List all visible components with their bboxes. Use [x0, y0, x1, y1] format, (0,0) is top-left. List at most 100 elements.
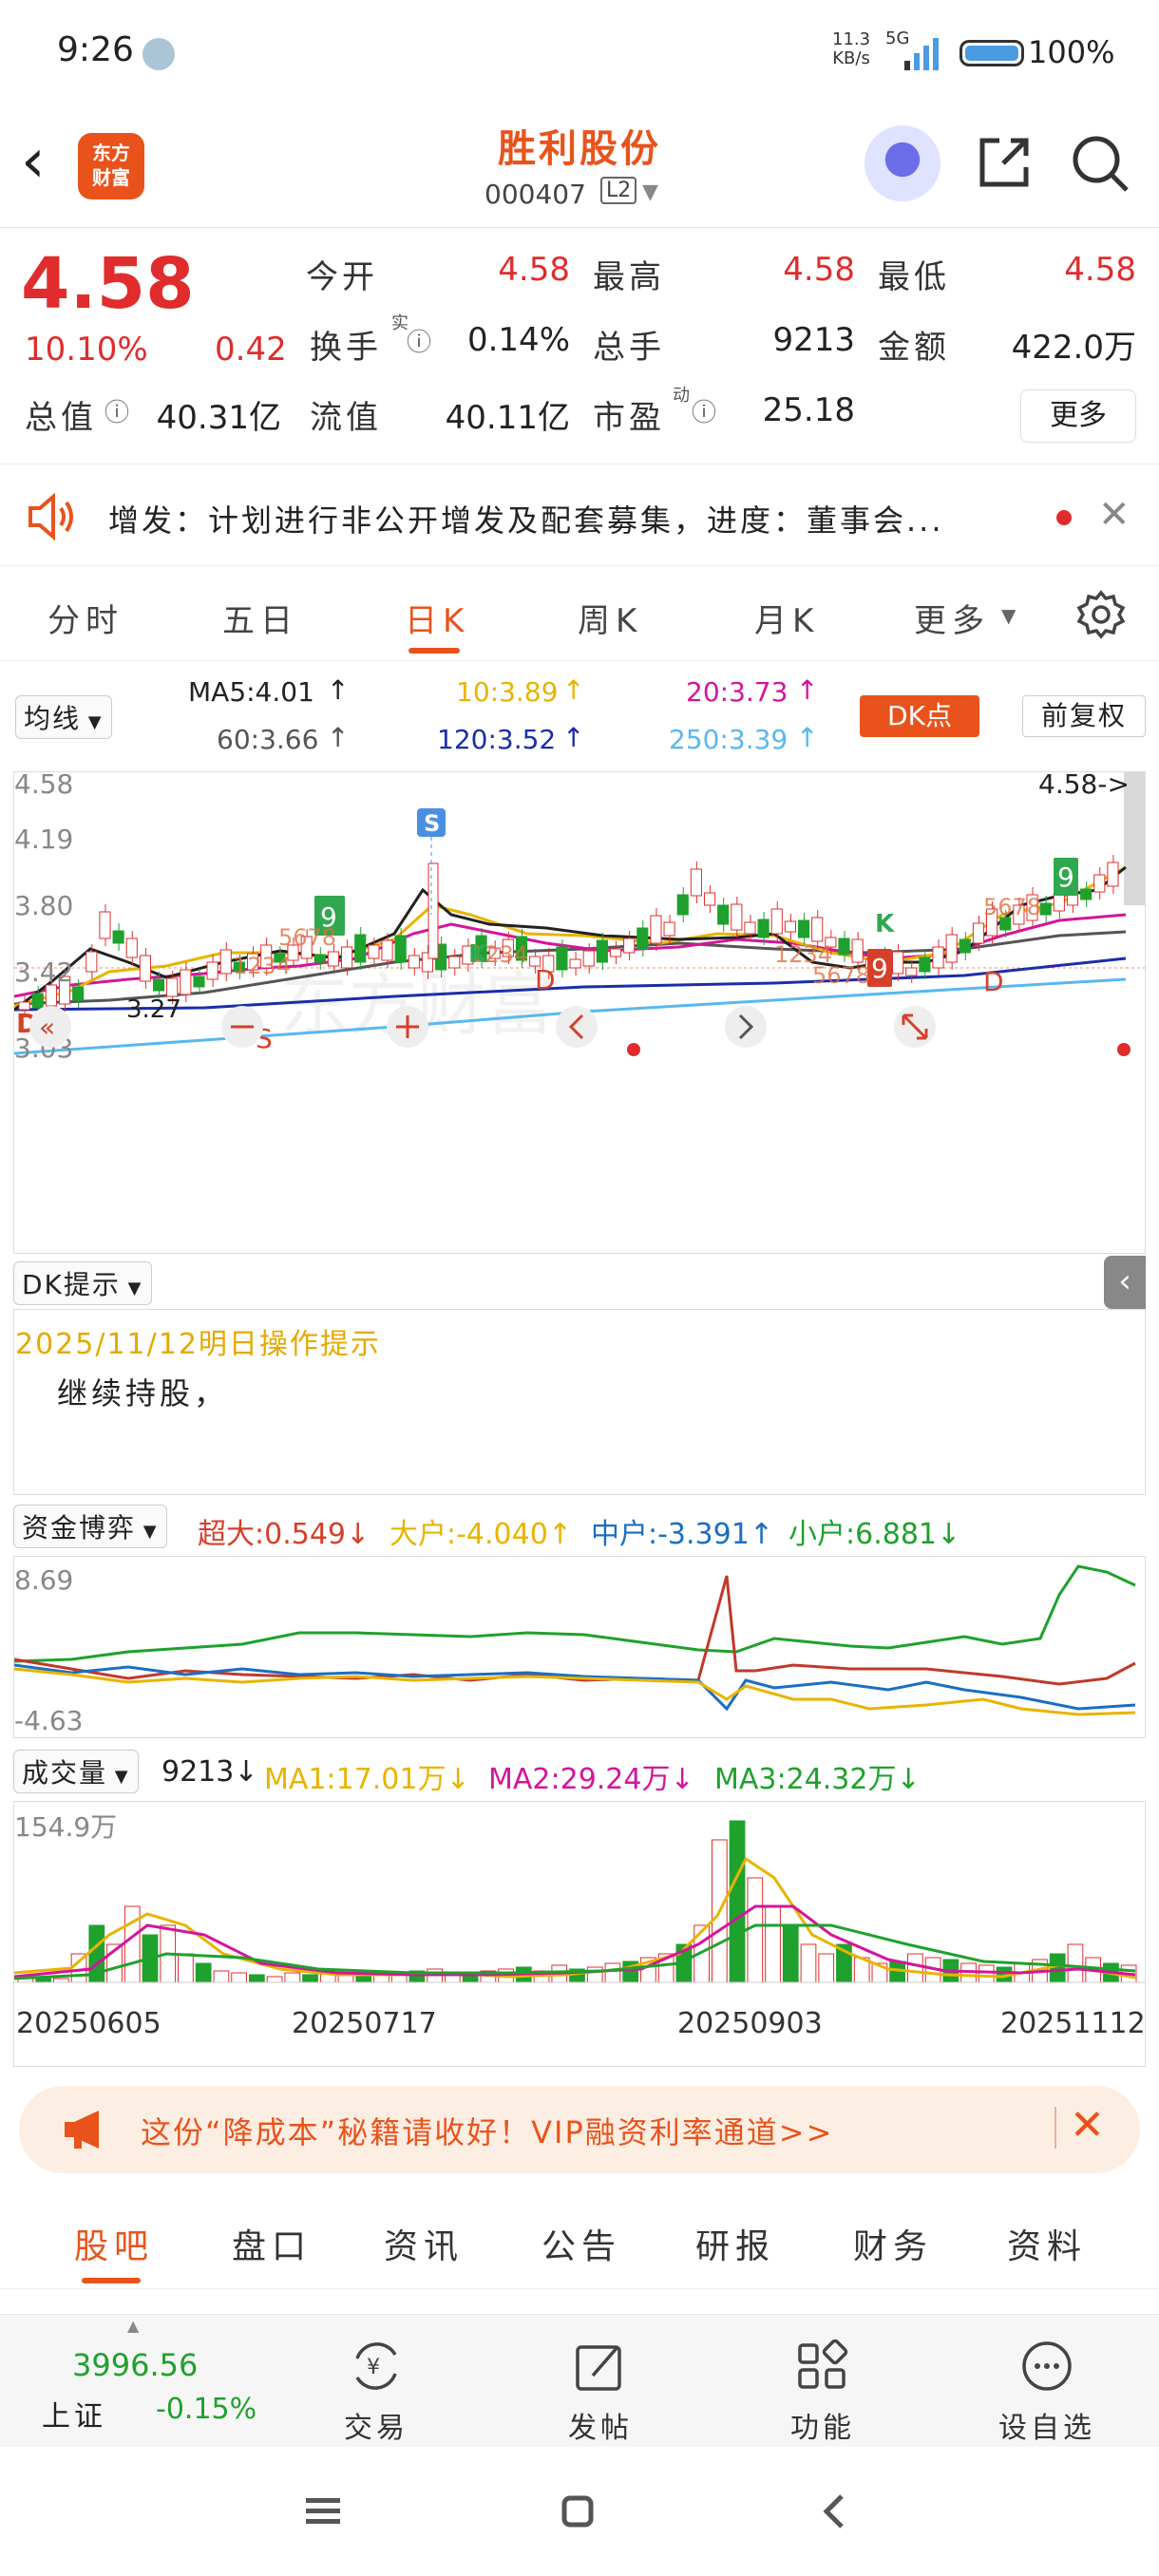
volume-selector[interactable]: 成交量 ▼ — [13, 1750, 139, 1793]
signal-9-label: 9 — [871, 953, 888, 984]
search-icon[interactable] — [1070, 133, 1130, 194]
dk-tip-advice: 继续持股， — [57, 1375, 229, 1411]
nav-post[interactable]: 发帖 — [534, 2339, 667, 2446]
nav-trade[interactable]: ¥ 交易 — [310, 2339, 443, 2446]
share-icon[interactable] — [975, 133, 1034, 192]
assistant-robot-icon[interactable] — [864, 125, 940, 201]
edit-icon — [576, 2345, 621, 2391]
arrow-up-icon: ↑ — [562, 722, 585, 753]
candle — [152, 978, 165, 992]
small-flow-line — [13, 1564, 1136, 1663]
medium-flow: 中户:-3.391↑ — [591, 1518, 773, 1551]
stock-name[interactable]: 胜利股份 — [390, 118, 770, 173]
market-cap-label: 总值 — [25, 399, 97, 437]
dk-point-button[interactable]: DK点 — [860, 695, 979, 737]
collapse-panel-icon[interactable]: ‹ — [1104, 1256, 1146, 1309]
volume-bar — [266, 1976, 283, 1983]
ma5-value: MA5:4.01 — [188, 676, 314, 708]
info-icon[interactable]: ⓘ — [104, 393, 129, 428]
volume-legend: 成交量 ▼ 9213↓ MA1:17.01万↓ MA2:29.24万↓ MA3:… — [0, 1750, 1159, 1797]
close-icon[interactable]: ✕ — [1070, 2101, 1105, 2150]
index-name[interactable]: 上证 — [42, 2393, 106, 2434]
home-icon[interactable] — [559, 2492, 597, 2530]
candle — [556, 946, 568, 971]
candle — [959, 938, 971, 954]
tab-forum[interactable]: 股吧 — [74, 2219, 154, 2268]
candle — [945, 934, 958, 963]
candle — [112, 930, 124, 944]
active-tab-indicator — [408, 648, 460, 653]
volume-bar — [231, 1972, 247, 1983]
sequence-label: 5678 — [812, 962, 870, 989]
back-nav-icon[interactable] — [815, 2492, 853, 2530]
candle — [166, 977, 179, 997]
candle — [703, 892, 716, 906]
tab-intraday[interactable]: 分时 — [48, 595, 124, 641]
marker-dot — [627, 1043, 640, 1056]
ma250-value: 250:3.39 — [669, 724, 788, 755]
volume-bar — [907, 1953, 923, 1983]
index-change[interactable]: -0.15% — [156, 2393, 256, 2426]
volume-chart[interactable]: 154.9万 20250605 20250717 20250903 202511… — [13, 1801, 1146, 2067]
y-label-4: 3.42 — [14, 957, 73, 988]
back-icon[interactable]: ‹ — [21, 131, 46, 192]
chevron-down-icon[interactable]: ▼ — [642, 180, 658, 204]
chevron-left-icon[interactable] — [556, 1006, 598, 1048]
level-badge[interactable]: L2 — [600, 177, 637, 204]
candle — [972, 922, 985, 944]
announcement-bar[interactable]: 增发：计划进行非公开增发及配套募集，进度：董事会... ✕ — [0, 464, 1159, 566]
promo-banner[interactable]: 这份“降成本”秘籍请收好！VIP融资利率通道>> ✕ — [19, 2086, 1140, 2173]
kline-svg: 东方财富 4.58 4.19 3.80 3.42 3.03 4.58-> 3.2… — [13, 768, 1145, 1064]
tab-news[interactable]: 资讯 — [384, 2219, 464, 2268]
candle — [797, 919, 810, 938]
close-icon[interactable]: ✕ — [1098, 493, 1130, 537]
net-speed: 11.3 KB/s — [832, 29, 871, 68]
candle — [757, 919, 770, 938]
grid-icon — [798, 2339, 848, 2389]
chevron-right-icon[interactable] — [725, 1006, 767, 1048]
tab-research[interactable]: 研报 — [695, 2219, 775, 2268]
candle — [1080, 888, 1092, 900]
nav-add-watchlist[interactable]: 设自选 — [980, 2339, 1113, 2446]
info-icon[interactable]: ⓘ — [692, 393, 716, 428]
volume-bar — [248, 1974, 265, 1983]
more-button[interactable]: 更多 — [1020, 389, 1136, 443]
price-adjust-button[interactable]: 前复权 — [1022, 695, 1146, 737]
tab-finance[interactable]: 财务 — [853, 2219, 933, 2268]
fund-flow-svg: 8.69 -4.63 — [13, 1564, 1136, 1736]
dk-tip-date: 2025/11/12明日操作提示 — [15, 1328, 381, 1361]
nav-functions[interactable]: 功能 — [756, 2339, 889, 2446]
candle — [72, 986, 85, 1001]
index-value[interactable]: 3996.56 — [72, 2347, 198, 2383]
content-tabs: 股吧 盘口 资讯 公告 研报 财务 资料 — [0, 2185, 1159, 2289]
current-price: 4.58 — [21, 243, 195, 325]
chevron-down-icon[interactable]: ▼ — [1001, 604, 1016, 627]
fund-flow-chart[interactable]: 8.69 -4.63 — [13, 1556, 1146, 1738]
arrow-up-icon: ↑ — [796, 722, 819, 753]
tab-monthly-k[interactable]: 月K — [754, 595, 819, 641]
tab-weekly-k[interactable]: 周K — [578, 595, 642, 641]
trade-icon: ¥ — [355, 2342, 397, 2390]
tab-daily-k[interactable]: 日K — [405, 595, 469, 641]
fund-flow-legend: 资金博弈 ▼ 超大:0.549↓ 大户:-4.040↑ 中户:-3.391↑ 小… — [0, 1505, 1159, 1552]
menu-icon[interactable] — [304, 2492, 342, 2530]
candle — [1039, 902, 1052, 916]
tab-profile[interactable]: 资料 — [1007, 2219, 1087, 2268]
tab-five-day[interactable]: 五日 — [222, 595, 298, 641]
tab-announcements[interactable]: 公告 — [542, 2219, 621, 2268]
bottom-toolbar: ▲ 3996.56 上证 -0.15% ¥ 交易 发帖 功能 设自选 — [0, 2314, 1159, 2447]
gear-icon[interactable] — [1075, 589, 1127, 640]
low-price-tag: 3.27 — [126, 995, 181, 1024]
candle — [892, 951, 904, 975]
super-large-flow-line — [13, 1575, 1136, 1686]
dk-tip-selector[interactable]: DK提示 ▼ — [13, 1261, 152, 1305]
volume-ma2: MA2:29.24万↓ — [488, 1763, 694, 1796]
candle — [219, 949, 232, 975]
kline-chart[interactable]: 东方财富 4.58 4.19 3.80 3.42 3.03 4.58-> 3.2… — [13, 768, 1146, 1254]
candle — [354, 934, 367, 963]
tab-more[interactable]: 更多 — [914, 595, 990, 641]
tab-orderbook[interactable]: 盘口 — [232, 2219, 312, 2268]
fund-flow-selector[interactable]: 资金博弈 ▼ — [13, 1505, 167, 1548]
ma-selector[interactable]: 均线 ▼ — [15, 695, 112, 739]
battery-percent: 100% — [1028, 34, 1115, 70]
